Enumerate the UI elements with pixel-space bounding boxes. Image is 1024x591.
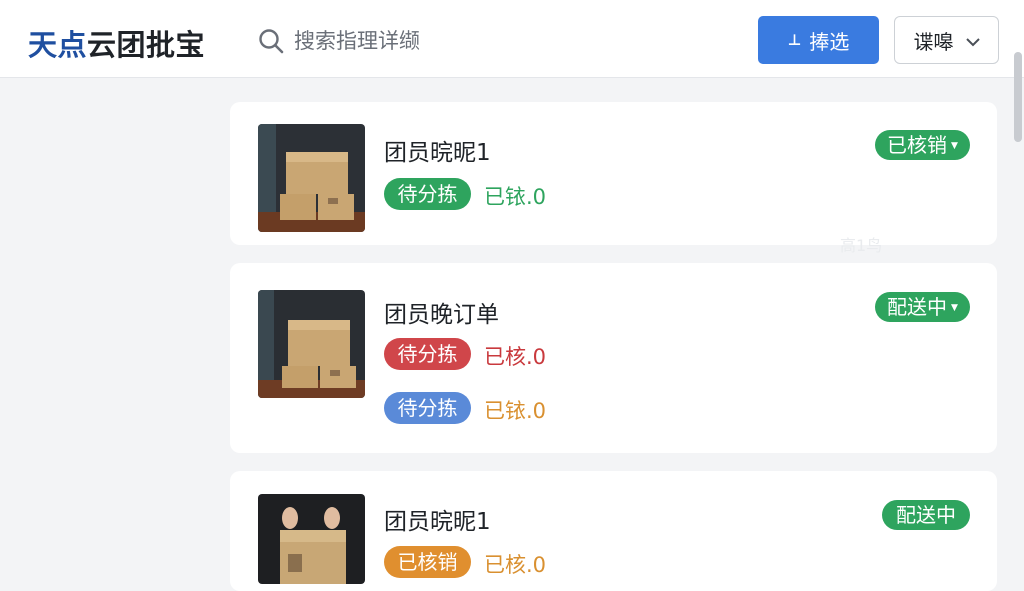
status-badge-label: 配送中 xyxy=(887,295,948,319)
order-note: 已铱.0 xyxy=(484,399,547,423)
faint-label: 高1鸟 xyxy=(840,236,883,255)
app-logo: 天点云团批宝 xyxy=(28,22,205,64)
filter-button[interactable]: ⊥ 捧选 xyxy=(758,16,879,64)
caret-down-icon: ▼ xyxy=(951,141,958,151)
logo-part-1: 天点 xyxy=(28,28,88,62)
order-card[interactable]: 团员晥昵1 待分拣 已铱.0 已核销 ▼ 高1鸟 xyxy=(230,102,997,255)
order-card[interactable]: 团员晥昵1 已核销 已核.0 配送中 xyxy=(230,471,997,591)
order-title: 团员晥昵1 xyxy=(384,140,491,166)
search-bar xyxy=(258,26,434,56)
order-title: 团员晥昵1 xyxy=(384,509,491,535)
order-tag: 待分拣 xyxy=(384,338,471,370)
status-badge[interactable]: 配送中 xyxy=(882,500,970,530)
scrollbar-thumb[interactable] xyxy=(1014,52,1022,142)
order-note: 已铱.0 xyxy=(484,185,547,209)
order-tag: 待分拣 xyxy=(384,392,471,424)
product-image-boxes xyxy=(258,124,365,232)
order-card[interactable]: 团员晚订单 待分拣 已核.0 待分拣 已铱.0 配送中 ▼ xyxy=(230,263,997,453)
logo-part-2: 云团批宝 xyxy=(87,28,206,62)
search-icon[interactable] xyxy=(258,28,284,54)
filter-button-label: 捧选 xyxy=(809,29,850,54)
order-tag: 已核销 xyxy=(384,546,471,578)
order-note: 已核.0 xyxy=(484,553,547,577)
order-note: 已核.0 xyxy=(484,345,547,369)
status-badge[interactable]: 配送中 ▼ xyxy=(875,292,970,322)
caret-down-icon: ▼ xyxy=(951,303,958,313)
sort-dropdown-label: 谍嗥 xyxy=(913,29,954,54)
chevron-down-icon xyxy=(954,28,980,52)
status-badge[interactable]: 已核销 ▼ xyxy=(875,130,970,160)
order-title: 团员晚订单 xyxy=(384,302,499,328)
app-header: 天点云团批宝 ⊥ 捧选 谍嗥 xyxy=(0,0,1024,78)
order-tag: 待分拣 xyxy=(384,178,471,210)
download-icon: ⊥ xyxy=(787,31,802,49)
status-badge-label: 配送中 xyxy=(896,503,956,527)
sort-dropdown[interactable]: 谍嗥 xyxy=(894,16,999,64)
product-image-box-hands xyxy=(258,494,365,584)
search-input[interactable] xyxy=(294,29,434,53)
product-image-boxes xyxy=(258,290,365,398)
status-badge-label: 已核销 xyxy=(887,133,948,157)
